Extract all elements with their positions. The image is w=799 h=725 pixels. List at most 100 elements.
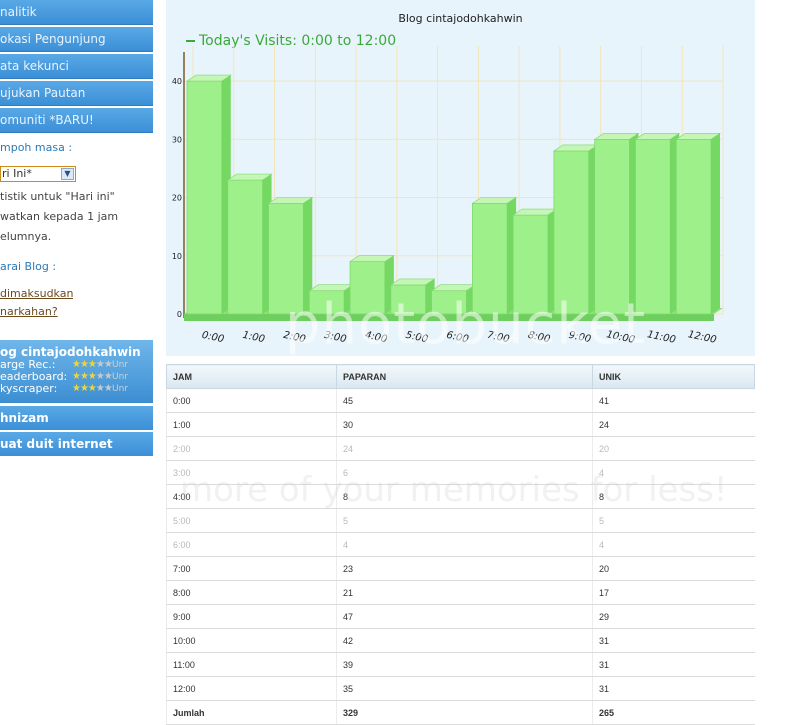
cell-paparan: 30: [336, 412, 593, 437]
cell-jam: 6:00: [166, 532, 337, 557]
period-select[interactable]: ri Ini* ▼: [0, 166, 76, 182]
table-row: 5:00 5 5: [166, 508, 755, 533]
total-unik: 265: [592, 700, 755, 725]
col-header-unik: UNIK: [592, 364, 755, 389]
stats-table: JAM PAPARAN UNIK 0:00 45 41 1:00 30 24 2:00 24 2…: [166, 364, 755, 725]
blog-list-label: arai Blog :: [0, 260, 57, 273]
chevron-down-icon[interactable]: ▼: [61, 168, 74, 180]
sidebar-menu-item[interactable]: ujukan Pautan: [0, 81, 153, 106]
table-row: 4:00 8 8: [166, 484, 755, 509]
bar: [431, 290, 467, 315]
cell-unik: 5: [592, 508, 755, 533]
blog-rank-box: og cintajodohkahwin arge Rec.: ★★★★★ Unr ea…: [0, 340, 153, 403]
x-tick-label: 7:00: [486, 330, 510, 345]
table-row: 0:00 45 41: [166, 388, 755, 413]
rank-row: kyscraper: ★★★★★ Unr: [0, 383, 153, 395]
rank-value: Unr: [112, 372, 128, 382]
cell-paparan: 39: [336, 652, 593, 677]
sidebar-button-hnizam[interactable]: hnizam: [0, 406, 153, 430]
period-label: mpoh masa :: [0, 141, 73, 154]
table-row: 2:00 24 20: [166, 436, 755, 461]
x-tick-label: 10:00: [605, 329, 635, 346]
table-row: 9:00 47 29: [166, 604, 755, 629]
cell-unik: 41: [592, 388, 755, 413]
help-links: dimaksudkan narkahan?: [0, 285, 73, 321]
bar: [553, 150, 590, 315]
star-rating-icon: ★★★★★: [72, 359, 113, 370]
sidebar-menu-item[interactable]: nalitik: [0, 0, 153, 25]
sidebar-menu-item[interactable]: omuniti *BARU!: [0, 108, 153, 133]
cell-paparan: 4: [336, 532, 593, 557]
col-header-paparan: PAPARAN: [336, 364, 593, 389]
table-row: 8:00 21 17: [166, 580, 755, 605]
cell-unik: 4: [592, 460, 755, 485]
bar: [227, 179, 263, 315]
table-header-row: JAM PAPARAN UNIK: [166, 364, 755, 389]
x-tick-label: 11:00: [646, 329, 676, 346]
table-row: 6:00 4 4: [166, 532, 755, 557]
x-tick-label: 4:00: [364, 330, 388, 345]
table-row: 10:00 42 31: [166, 628, 755, 653]
cell-paparan: 5: [336, 508, 593, 533]
cell-jam: 8:00: [166, 580, 337, 605]
cell-jam: 5:00: [166, 508, 337, 533]
x-tick-label: 5:00: [405, 330, 429, 345]
cell-paparan: 45: [336, 388, 593, 413]
help-link[interactable]: dimaksudkan: [0, 285, 73, 303]
cell-unik: 31: [592, 652, 755, 677]
bar: [635, 138, 671, 315]
cell-jam: 10:00: [166, 628, 337, 653]
cell-jam: 11:00: [166, 652, 337, 677]
blog-rank-title[interactable]: og cintajodohkahwin: [0, 340, 153, 359]
bar: [308, 290, 345, 315]
cell-paparan: 24: [336, 436, 593, 461]
cell-jam: 9:00: [166, 604, 337, 629]
star-rating-icon: ★★★★★: [72, 383, 113, 394]
cell-paparan: 8: [336, 484, 593, 509]
visits-chart: Blog cintajodohkahwin Today's Visits: 0:…: [166, 0, 755, 356]
col-header-jam: JAM: [166, 364, 337, 389]
x-tick-label: 0:00: [201, 330, 225, 345]
cell-unik: 4: [592, 532, 755, 557]
help-link[interactable]: narkahan?: [0, 303, 73, 321]
cell-jam: 0:00: [166, 388, 337, 413]
cell-unik: 29: [592, 604, 755, 629]
table-row: 11:00 39 31: [166, 652, 755, 677]
x-tick-label: 3:00: [323, 330, 347, 345]
table-total-row: Jumlah 329 265: [166, 700, 755, 725]
note-line: elumnya.: [0, 230, 52, 243]
y-tick-label: 30: [172, 135, 182, 144]
total-jam: Jumlah: [166, 700, 337, 725]
bar-side: [711, 133, 720, 314]
cell-paparan: 21: [336, 580, 593, 605]
rank-value: Unr: [112, 360, 128, 370]
cell-paparan: 42: [336, 628, 593, 653]
star-rating-icon: ★★★★★: [72, 371, 113, 382]
table-row: 1:00 30 24: [166, 412, 755, 437]
cell-unik: 20: [592, 436, 755, 461]
cell-paparan: 35: [336, 676, 593, 701]
sidebar: nalitik okasi Pengunjung ata kekunci ujukan…: [0, 0, 153, 135]
cell-jam: 12:00: [166, 676, 337, 701]
sidebar-button-duit[interactable]: uat duit internet: [0, 432, 153, 456]
cell-jam: 1:00: [166, 412, 337, 437]
y-tick-label: 20: [172, 194, 182, 203]
cell-jam: 4:00: [166, 484, 337, 509]
x-tick-label: 12:00: [687, 329, 717, 346]
x-tick-label: 1:00: [242, 330, 266, 345]
sidebar-menu-item[interactable]: okasi Pengunjung: [0, 27, 153, 52]
cell-unik: 17: [592, 580, 755, 605]
y-tick-label: 40: [172, 77, 182, 86]
cell-jam: 2:00: [166, 436, 337, 461]
x-tick-label: 6:00: [445, 330, 469, 345]
x-tick-label: 8:00: [527, 330, 551, 345]
sidebar-menu: nalitik okasi Pengunjung ata kekunci ujukan…: [0, 0, 153, 133]
bar: [471, 202, 508, 315]
note-line: watkan kepada 1 jam: [0, 210, 119, 223]
cell-paparan: 23: [336, 556, 593, 581]
cell-unik: 24: [592, 412, 755, 437]
sidebar-menu-item[interactable]: ata kekunci: [0, 54, 153, 79]
rank-label: kyscraper:: [0, 382, 58, 395]
chart-floor-front: [184, 314, 714, 321]
y-tick-label: 0: [177, 310, 182, 319]
